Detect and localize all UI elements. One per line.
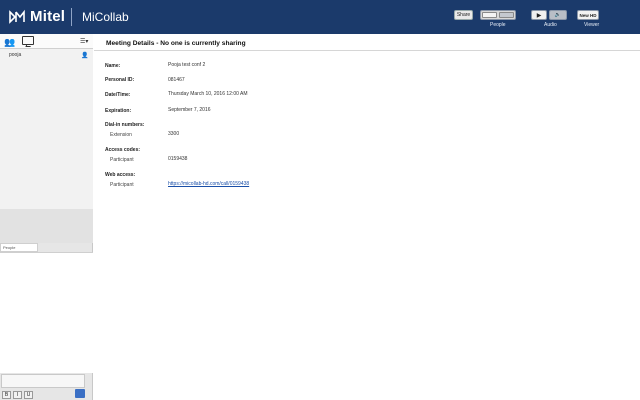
web-access-label: Web access:	[105, 172, 136, 178]
people-view-grid-button[interactable]	[499, 12, 514, 18]
share-button[interactable]: Share	[454, 10, 473, 20]
chat-messages	[0, 252, 93, 373]
web-participant-label: Participant	[110, 182, 134, 188]
dial-in-label: Dial-in numbers:	[105, 122, 145, 128]
people-caption: People	[490, 22, 506, 28]
speaker-icon: 🔈	[554, 12, 562, 18]
list-options-icon[interactable]: ☰▾	[80, 38, 88, 45]
name-value: Pooja test conf 2	[168, 62, 206, 68]
italic-button[interactable]: I	[13, 391, 22, 399]
meeting-details-panel: Meeting Details - No one is currently sh…	[94, 34, 640, 400]
underline-button[interactable]: U	[24, 391, 33, 399]
app-name: MiCollab	[82, 10, 129, 24]
left-panel-toolbar: 👥 ☰▾	[0, 34, 93, 49]
list-item[interactable]: pooja 👤	[0, 51, 93, 61]
datetime-label: Date/Time:	[105, 92, 131, 98]
audio-mute-button[interactable]: 🔈	[549, 10, 567, 20]
chat-icon[interactable]	[22, 36, 34, 45]
datetime-value: Thursday March 10, 2016 12:00 AM	[168, 91, 248, 97]
extension-value: 3300	[168, 131, 180, 137]
add-people-icon[interactable]: 👥	[4, 37, 15, 48]
bold-button[interactable]: B	[2, 391, 11, 399]
pane-divider[interactable]	[0, 209, 93, 243]
left-panel: 👥 ☰▾ pooja 👤 People B I U	[0, 34, 93, 400]
expiration-value: September 7, 2016	[168, 107, 211, 113]
people-view-toggle[interactable]	[480, 10, 516, 20]
audio-play-button[interactable]: ▶	[531, 10, 547, 20]
audio-caption: Audio	[544, 22, 557, 28]
mitel-logo-icon	[9, 9, 25, 24]
tab-people[interactable]: People	[0, 243, 38, 252]
access-codes-label: Access codes:	[105, 147, 141, 153]
page-title: Meeting Details - No one is currently sh…	[106, 40, 246, 47]
extension-label: Extension	[110, 132, 132, 138]
title-divider	[94, 50, 640, 51]
chat-input[interactable]	[1, 374, 85, 388]
play-icon: ▶	[536, 12, 542, 19]
person-icon: 👤	[81, 53, 89, 59]
personal-id-value: 081467	[168, 77, 185, 83]
viewer-caption: Viewer	[584, 22, 600, 28]
access-participant-label: Participant	[110, 157, 134, 163]
access-participant-value: 0159438	[168, 156, 188, 162]
expiration-label: Expiration:	[105, 108, 132, 114]
participant-name: pooja	[9, 52, 22, 58]
personal-id-label: Personal ID:	[105, 77, 135, 83]
brand-name: Mitel	[30, 8, 66, 25]
app-header: Mitel MiCollab Share People ▶ 🔈 Audio Ne…	[0, 0, 640, 34]
send-icon[interactable]	[75, 389, 85, 398]
header-divider	[71, 8, 72, 26]
web-access-link[interactable]: https://micollab-hd.com/call/0159438	[168, 181, 249, 187]
participants-list: pooja 👤	[0, 49, 93, 209]
people-view-list-button[interactable]	[482, 12, 497, 18]
new-hd-viewer-button[interactable]: New HD	[577, 10, 599, 20]
name-label: Name:	[105, 63, 121, 69]
mitel-logo: Mitel	[9, 8, 65, 25]
